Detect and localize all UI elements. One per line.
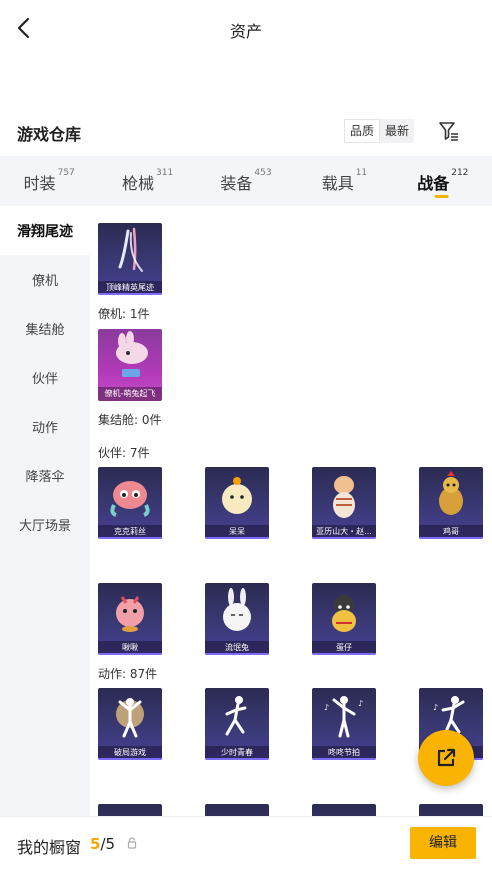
sort-toggle: 品质 最新 — [344, 119, 415, 143]
item-card[interactable]: 顶峰精英尾迹 — [98, 223, 162, 295]
external-link-icon — [437, 748, 456, 767]
category-tabs: 时装757 枪械311 装备453 载具11 战备212 — [0, 156, 492, 206]
bird-image — [116, 596, 144, 632]
tab-label: 载具 — [321, 174, 354, 193]
tab-label: 战备 — [417, 174, 450, 193]
tab-count: 212 — [451, 168, 469, 178]
emote-figure-image — [225, 696, 247, 736]
rooster-image — [439, 471, 463, 515]
rarity-bar — [312, 653, 376, 655]
bunny-plane-image — [116, 331, 148, 377]
tab-fashion[interactable]: 时装757 — [0, 156, 98, 206]
svg-text:♪: ♪ — [324, 703, 329, 712]
rabbit-image — [223, 588, 251, 631]
sort-quality-button[interactable]: 品质 — [344, 119, 381, 143]
rarity-bar — [312, 537, 376, 539]
item-card[interactable]: 啾啾 — [98, 583, 162, 655]
section-label-companion: 伙伴: 7件 — [98, 446, 150, 460]
emote-figure-image — [116, 698, 144, 738]
rarity-bar — [312, 758, 376, 760]
item-card[interactable]: 亚历山大・赵... — [312, 467, 376, 539]
sidebar-item-emote[interactable]: 动作 — [0, 402, 90, 451]
cabinet-label: 我的橱窗 — [17, 838, 82, 857]
sidebar-item-lobby-scene[interactable]: 大厅场景 — [0, 500, 90, 549]
cabinet-count-current: 5 — [90, 835, 101, 853]
trail-image — [118, 227, 143, 272]
tab-battle-prep[interactable]: 战备212 — [394, 156, 492, 206]
bottom-bar: 我的橱窗 5/5 编辑 — [0, 816, 492, 871]
rarity-bar — [98, 537, 162, 539]
warehouse-title: 游戏仓库 — [17, 125, 82, 144]
item-card[interactable]: 呆呆 — [205, 467, 269, 539]
egg-chick-image — [332, 595, 356, 632]
section-label-wingman: 僚机: 1件 — [98, 307, 150, 321]
sidebar-item-glide-trail[interactable]: 滑翔尾迹 — [0, 206, 90, 255]
item-card[interactable] — [419, 804, 483, 816]
tab-count: 311 — [156, 168, 174, 178]
tab-equipment[interactable]: 装备453 — [197, 156, 295, 206]
item-card[interactable]: 克克莉丝 — [98, 467, 162, 539]
item-card[interactable] — [205, 804, 269, 816]
rarity-bar — [419, 537, 483, 539]
tab-label: 枪械 — [122, 174, 155, 193]
item-card[interactable]: 僚机-萌兔起飞 — [98, 329, 162, 401]
sidebar-item-wingman[interactable]: 僚机 — [0, 255, 90, 304]
top-bar: 资产 — [0, 0, 492, 56]
sort-newest-button[interactable]: 最新 — [380, 119, 414, 143]
item-card[interactable]: 蛋仔 — [312, 583, 376, 655]
item-name: 僚机-萌兔起飞 — [98, 387, 162, 401]
lock-icon — [127, 837, 137, 849]
rarity-bar — [98, 293, 162, 295]
rarity-bar — [98, 653, 162, 655]
section-label-pod: 集结舱: 0件 — [98, 413, 162, 427]
item-card[interactable] — [98, 804, 162, 816]
tab-label: 装备 — [220, 174, 253, 193]
tab-count: 453 — [254, 168, 272, 178]
sidebar-item-parachute[interactable]: 降落伞 — [0, 451, 90, 500]
edit-button[interactable]: 编辑 — [410, 827, 476, 859]
emote-figure-image: ♪ ♪ — [324, 696, 363, 738]
page-title: 资产 — [229, 22, 262, 41]
sidebar-item-companion[interactable]: 伙伴 — [0, 353, 90, 402]
tab-label: 时装 — [23, 174, 56, 193]
rarity-bar — [205, 537, 269, 539]
octopus-image — [110, 481, 150, 517]
item-card[interactable]: 流氓兔 — [205, 583, 269, 655]
svg-text:♪: ♪ — [433, 703, 438, 712]
cabinet-count-total: /5 — [100, 835, 116, 853]
tab-count: 757 — [57, 168, 75, 178]
tab-vehicles[interactable]: 载具11 — [295, 156, 393, 206]
tiger-image — [333, 476, 355, 518]
section-label-emote: 动作: 87件 — [98, 667, 158, 681]
tab-count: 11 — [355, 168, 368, 178]
item-grid: 顶峰精英尾迹 僚机: 1件 僚机-萌兔起飞 集结舱: 0件 伙伴: 7件 克克莉… — [90, 206, 492, 816]
sidebar: 滑翔尾迹 僚机 集结舱 伙伴 动作 降落伞 大厅场景 — [0, 206, 90, 816]
filter-icon[interactable] — [438, 120, 460, 142]
item-card[interactable]: 鸡哥 — [419, 467, 483, 539]
chick-image — [222, 477, 252, 514]
tab-guns[interactable]: 枪械311 — [98, 156, 196, 206]
rarity-bar — [98, 758, 162, 760]
cabinet-count: 5/5 — [90, 835, 115, 853]
rarity-bar — [205, 758, 269, 760]
sidebar-item-assembly-pod[interactable]: 集结舱 — [0, 304, 90, 353]
item-card[interactable]: 少时青春 — [205, 688, 269, 760]
rarity-bar — [205, 653, 269, 655]
svg-text:♪: ♪ — [358, 699, 363, 708]
item-card[interactable] — [312, 804, 376, 816]
item-card[interactable]: 破局游戏 — [98, 688, 162, 760]
item-card[interactable]: ♪ ♪ 咚咚节拍 — [312, 688, 376, 760]
active-tab-indicator — [434, 195, 449, 198]
share-button[interactable] — [418, 730, 474, 786]
